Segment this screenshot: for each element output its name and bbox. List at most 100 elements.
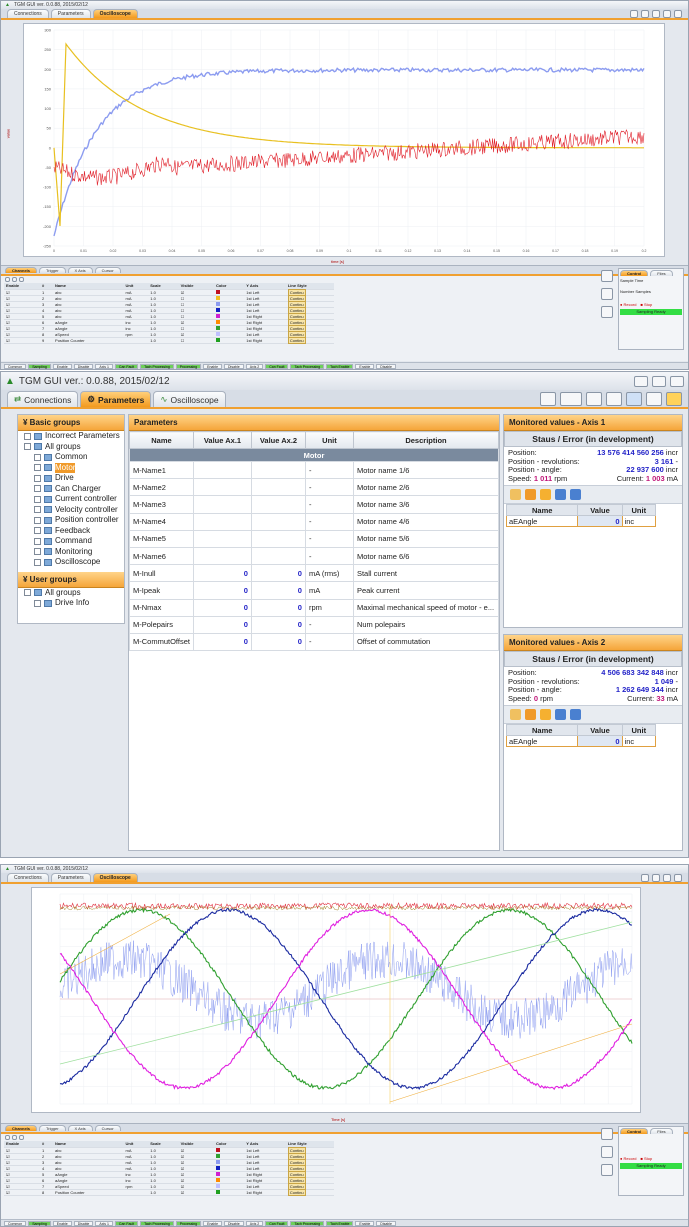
param-value-ax1[interactable] <box>192 478 252 497</box>
param-value-ax2[interactable] <box>250 495 306 514</box>
disk-icon[interactable] <box>646 392 662 406</box>
record-button[interactable]: ● Record <box>620 302 636 307</box>
channel-cell[interactable]: ☑ <box>4 337 40 344</box>
checkbox[interactable] <box>34 495 41 503</box>
param-value-ax2[interactable] <box>250 460 306 480</box>
folder-icon[interactable] <box>652 10 660 18</box>
settings-icon[interactable] <box>641 10 649 18</box>
table-row[interactable]: M-Name6 - Motor name 6/6 <box>129 546 500 566</box>
group-item[interactable]: Current controller <box>24 494 124 505</box>
light-icon[interactable] <box>666 392 682 406</box>
stop-button[interactable]: ■ Stop <box>640 302 652 307</box>
param-value-ax2[interactable]: 0 <box>250 581 306 600</box>
up-arrow-icon[interactable] <box>570 709 581 720</box>
params-header-cell[interactable]: Name <box>129 431 194 449</box>
tab-channels[interactable]: Channels <box>5 267 38 273</box>
group-item[interactable]: Can Charger <box>24 484 124 495</box>
tab-connections[interactable]: Connections <box>7 873 49 882</box>
table-icon[interactable] <box>540 709 551 720</box>
param-value-ax1[interactable]: 0 <box>192 598 252 617</box>
param-value-ax2[interactable]: 0 <box>250 598 306 617</box>
channel-cell[interactable]: ☑ <box>178 1189 214 1196</box>
save-icon[interactable] <box>674 874 682 882</box>
bottom-plot[interactable] <box>31 887 641 1113</box>
top-plot[interactable]: 300 250 200 150 100 50 0 -50 -100 -150 -200 -250 0 0.… <box>23 23 665 257</box>
tab-files[interactable]: Files <box>650 1128 673 1134</box>
param-value-ax2[interactable]: 0 <box>250 564 306 583</box>
monitor-icon[interactable] <box>586 392 602 406</box>
tab-connections[interactable]: Connections <box>7 9 49 18</box>
param-value-ax1[interactable]: 0 <box>192 632 252 652</box>
checkbox[interactable] <box>34 506 41 514</box>
param-value-ax1[interactable] <box>192 460 252 480</box>
table-row[interactable]: M-Ipeak 0 0 mA Peak current <box>129 581 500 600</box>
param-value-ax2[interactable]: 0 <box>250 615 306 634</box>
checkbox[interactable] <box>24 432 31 440</box>
group-item[interactable]: Feedback <box>24 526 124 537</box>
group-item[interactable]: Common <box>24 452 124 463</box>
param-value-ax1[interactable]: 0 <box>192 581 252 600</box>
folder-icon[interactable] <box>663 874 671 882</box>
channel-color-cell[interactable] <box>213 337 245 344</box>
checkbox[interactable] <box>34 527 41 535</box>
group-item[interactable]: Velocity controller <box>24 505 124 516</box>
tab-x-axis[interactable]: X Axis <box>67 267 93 273</box>
table-row[interactable]: M-Nmax 0 0 rpm Maximal mechanical speed of m… <box>129 598 500 617</box>
add-channel-icon[interactable] <box>5 1135 10 1140</box>
group-item[interactable]: Drive <box>24 473 124 484</box>
line-style-cell[interactable]: Continu <box>285 336 334 344</box>
edit-icon[interactable] <box>525 489 536 500</box>
user-group-item[interactable]: Drive Info <box>24 598 124 609</box>
folder-icon[interactable] <box>510 489 521 500</box>
group-item[interactable]: All groups <box>24 442 124 453</box>
tab-files[interactable]: Files <box>650 270 673 276</box>
table-row[interactable]: M-Name1 - Motor name 1/6 <box>129 460 500 480</box>
checkbox[interactable] <box>34 558 41 566</box>
zoom-icon[interactable] <box>601 1128 613 1140</box>
minimize-button[interactable] <box>634 375 648 387</box>
tab-cursor[interactable]: Cursor <box>94 1125 121 1131</box>
group-item[interactable]: Monitoring <box>24 547 124 558</box>
tab-oscilloscope[interactable]: Oscilloscope <box>92 873 138 882</box>
table-row[interactable]: ☑ 9 Position Counter 1.0 ☐ 1st Right Continu <box>4 336 334 344</box>
add-channel-icon[interactable] <box>5 277 10 282</box>
table-row[interactable]: M-Name3 - Motor name 3/6 <box>129 495 500 514</box>
tab-parameters[interactable]: Parameters <box>50 9 91 18</box>
tab-oscilloscope[interactable]: Oscilloscope <box>92 9 138 18</box>
params-header-cell[interactable]: Value Ax.1 <box>192 431 252 449</box>
tab-control[interactable]: Control <box>620 270 649 276</box>
up-icon[interactable] <box>19 1135 24 1140</box>
table-row[interactable]: ☑ 8 Position Counter 1.0 ☑ 1st Right Continu <box>4 1188 334 1196</box>
params-header-cell[interactable]: Unit <box>304 431 354 449</box>
table-row[interactable]: M-Polepairs 0 0- Num polepairs <box>129 615 500 634</box>
checkbox[interactable] <box>24 589 31 597</box>
table-row[interactable]: aEAngle 0 inc <box>505 515 657 527</box>
group-item[interactable]: Command <box>24 536 124 547</box>
up-arrow-icon[interactable] <box>570 489 581 500</box>
line-style-cell[interactable]: Continu <box>285 1188 334 1196</box>
tab-cursor[interactable]: Cursor <box>94 267 121 273</box>
close-button[interactable] <box>670 375 684 387</box>
param-value-ax1[interactable] <box>192 495 252 514</box>
param-value-ax2[interactable] <box>250 546 306 566</box>
refresh-icon[interactable] <box>641 874 649 882</box>
checkbox[interactable] <box>34 485 41 493</box>
param-value-ax1[interactable]: 0 <box>192 564 252 583</box>
checkbox[interactable] <box>34 516 41 524</box>
table-row[interactable]: M-Name5 - Motor name 5/6 <box>129 529 500 548</box>
down-arrow-icon[interactable] <box>555 489 566 500</box>
channel-cell[interactable]: ☐ <box>178 337 214 344</box>
table-row[interactable]: aEAngle 0 inc <box>505 735 657 747</box>
param-value-ax2[interactable]: 0 <box>250 632 306 652</box>
checkbox[interactable] <box>24 443 31 451</box>
table-row[interactable]: M-Name2 - Motor name 2/6 <box>129 478 500 497</box>
param-value-ax1[interactable] <box>192 529 252 548</box>
tab-parameters[interactable]: ⚙ Parameters <box>80 391 152 407</box>
refresh-icon[interactable] <box>630 10 638 18</box>
record-icon[interactable] <box>626 392 642 406</box>
save-icon[interactable] <box>663 10 671 18</box>
params-header-cell[interactable]: Description <box>352 431 500 449</box>
remove-channel-icon[interactable] <box>12 1135 17 1140</box>
channel-color-cell[interactable] <box>213 1189 245 1196</box>
user-group-item[interactable]: All groups <box>24 588 124 599</box>
